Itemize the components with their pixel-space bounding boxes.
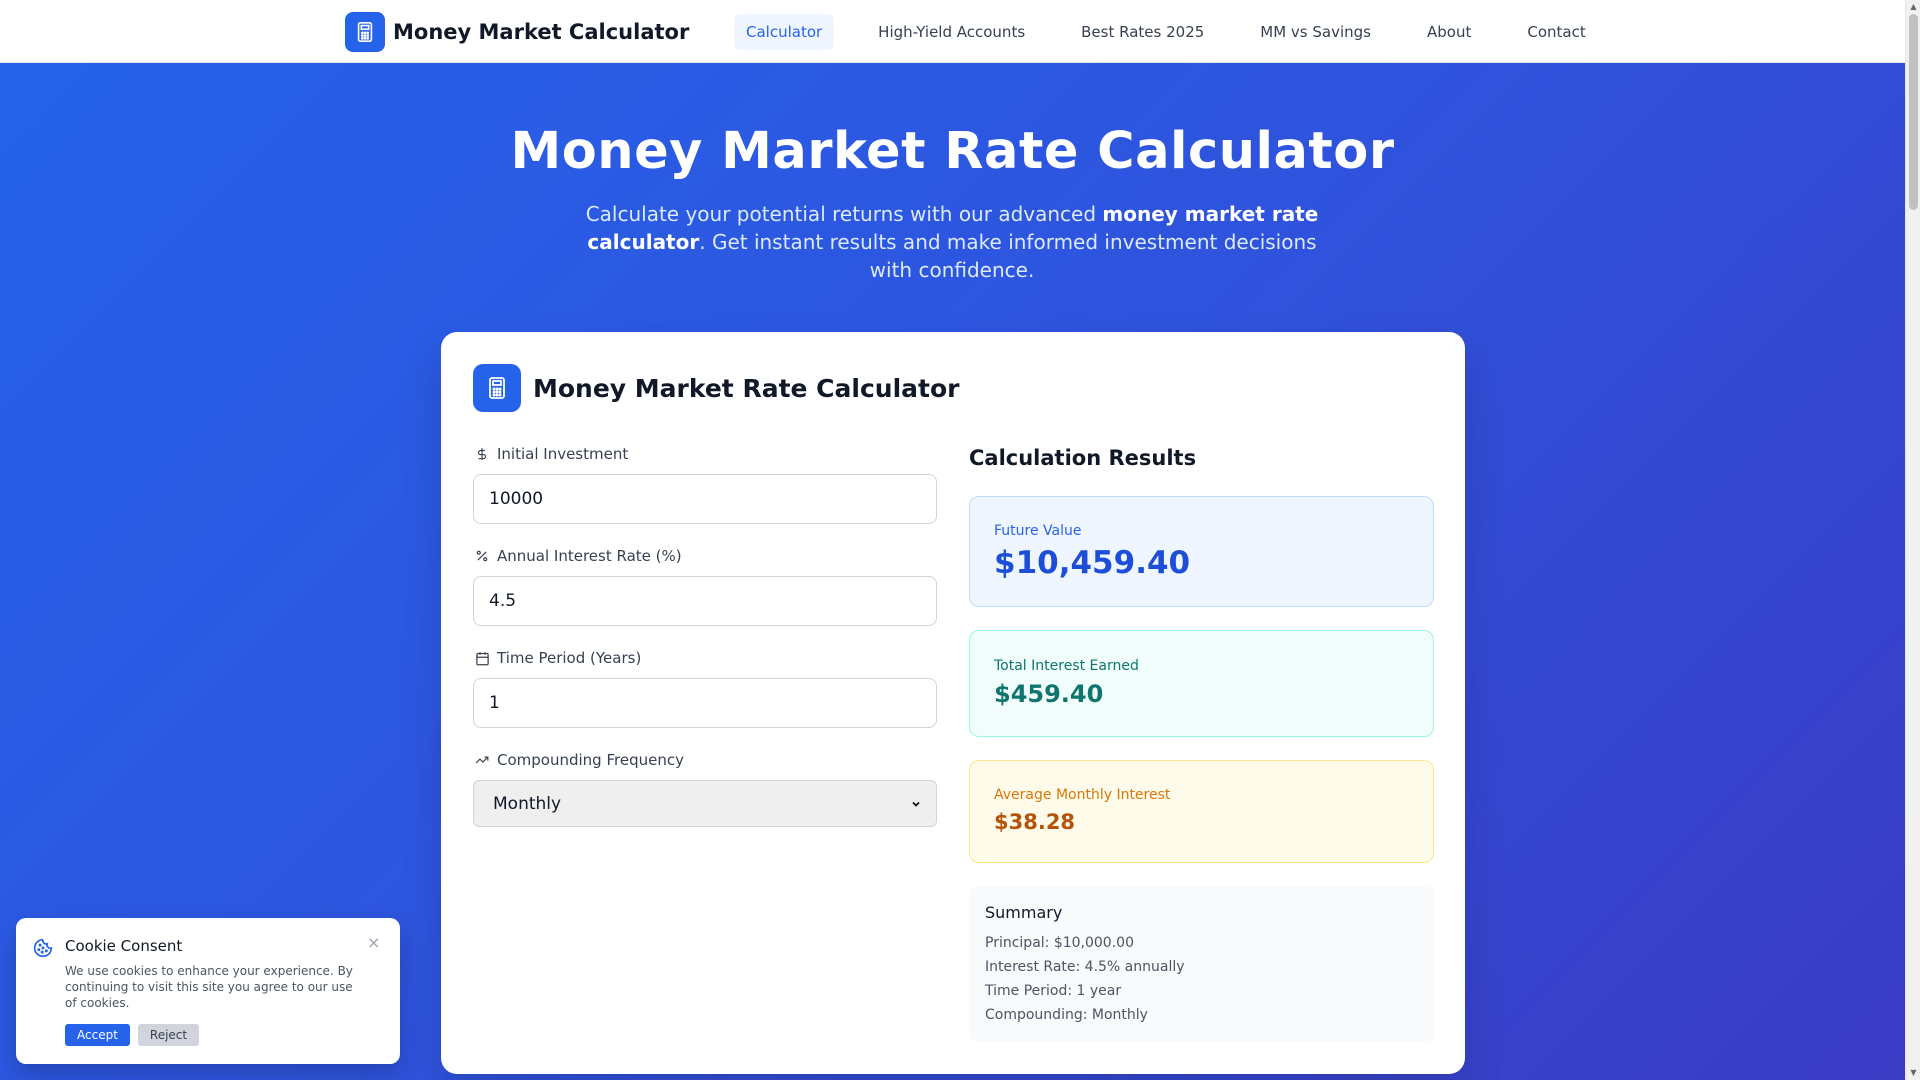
- total-interest-value: $459.40: [994, 680, 1104, 708]
- compounding-select[interactable]: Monthly: [473, 780, 937, 827]
- top-nav: Money Market Calculator Calculator High-…: [0, 0, 1905, 63]
- calendar-icon: [473, 649, 491, 667]
- reject-button[interactable]: Reject: [138, 1024, 199, 1046]
- nav-link-high-yield[interactable]: High-Yield Accounts: [866, 14, 1037, 50]
- future-value-box: Future Value $10,459.40: [969, 496, 1434, 607]
- chevron-down-icon: [912, 801, 920, 807]
- initial-investment-label-row: Initial Investment: [473, 444, 937, 464]
- monthly-interest-value: $38.28: [994, 810, 1076, 834]
- monthly-interest-box: Average Monthly Interest $38.28: [969, 760, 1434, 863]
- nav-link-about[interactable]: About: [1415, 14, 1483, 50]
- future-value: $10,459.40: [994, 545, 1191, 581]
- hero-subtitle: Calculate your potential returns with ou…: [585, 202, 1319, 282]
- compounding-field: Compounding Frequency Monthly: [473, 750, 937, 827]
- future-value-label: Future Value: [994, 523, 1082, 539]
- trending-up-icon: [473, 751, 491, 769]
- initial-investment-field: Initial Investment: [473, 444, 937, 524]
- scroll-down-icon[interactable]: ▼: [1909, 1068, 1918, 1077]
- summary-period: Time Period: 1 year: [985, 983, 1122, 999]
- summary-box: Summary Principal: $10,000.00 Interest R…: [969, 886, 1434, 1042]
- compounding-selected-value: Monthly: [493, 793, 562, 814]
- dollar-icon: [473, 445, 491, 463]
- percent-icon: [473, 547, 491, 565]
- interest-rate-input[interactable]: [473, 576, 937, 626]
- scrollbar[interactable]: ▲ ▼: [1905, 0, 1920, 1080]
- cookie-title: Cookie Consent: [65, 937, 183, 955]
- cookie-text: We use cookies to enhance your experienc…: [65, 964, 353, 1010]
- time-period-field: Time Period (Years): [473, 648, 937, 728]
- nav-link-mm-vs-savings[interactable]: MM vs Savings: [1248, 14, 1383, 50]
- brand-name: Money Market Calculator: [393, 20, 690, 44]
- hero-title: Money Market Rate Calculator: [510, 122, 1395, 181]
- cookie-consent-banner: Cookie Consent × We use cookies to enhan…: [16, 918, 400, 1064]
- brand[interactable]: Money Market Calculator: [345, 12, 689, 52]
- interest-rate-label-row: Annual Interest Rate (%): [473, 546, 937, 566]
- summary-principal: Principal: $10,000.00: [985, 935, 1134, 951]
- calculator-card: Money Market Rate Calculator Initial Inv…: [441, 332, 1465, 1074]
- time-period-label-row: Time Period (Years): [473, 648, 937, 668]
- interest-rate-label: Annual Interest Rate (%): [497, 547, 682, 565]
- time-period-input[interactable]: [473, 678, 937, 728]
- calculator-title: Money Market Rate Calculator: [533, 373, 960, 403]
- compounding-label-row: Compounding Frequency: [473, 750, 937, 770]
- total-interest-label: Total Interest Earned: [994, 658, 1139, 674]
- calculator-icon: [345, 12, 385, 52]
- interest-rate-field: Annual Interest Rate (%): [473, 546, 937, 626]
- initial-investment-label: Initial Investment: [497, 445, 629, 463]
- nav-link-best-rates[interactable]: Best Rates 2025: [1069, 14, 1216, 50]
- summary-rate: Interest Rate: 4.5% annually: [985, 959, 1185, 975]
- accept-button[interactable]: Accept: [65, 1024, 130, 1046]
- monthly-interest-label: Average Monthly Interest: [994, 787, 1171, 803]
- close-icon[interactable]: ×: [367, 933, 380, 952]
- cookie-icon: [33, 938, 53, 962]
- time-period-label: Time Period (Years): [497, 649, 642, 667]
- card-header: Money Market Rate Calculator: [473, 364, 959, 412]
- compounding-label: Compounding Frequency: [497, 751, 684, 769]
- nav-link-contact[interactable]: Contact: [1515, 14, 1597, 50]
- summary-compounding: Compounding: Monthly: [985, 1007, 1148, 1023]
- total-interest-box: Total Interest Earned $459.40: [969, 630, 1434, 737]
- nav-links: Calculator High-Yield Accounts Best Rate…: [734, 14, 1598, 50]
- scroll-thumb[interactable]: [1909, 14, 1918, 210]
- summary-title: Summary: [985, 903, 1063, 922]
- nav-link-calculator[interactable]: Calculator: [734, 14, 835, 50]
- calculator-icon: [473, 364, 521, 412]
- scroll-up-icon[interactable]: ▲: [1909, 2, 1918, 11]
- results-title: Calculation Results: [969, 446, 1197, 470]
- initial-investment-input[interactable]: [473, 474, 937, 524]
